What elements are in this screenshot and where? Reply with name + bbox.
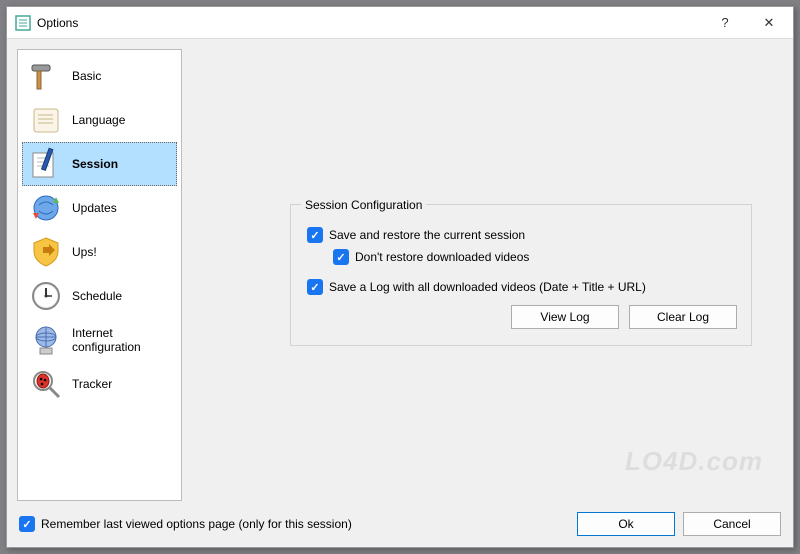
- sidebar-item-schedule[interactable]: Schedule: [22, 274, 177, 318]
- save-restore-label[interactable]: Save and restore the current session: [329, 228, 525, 242]
- globe-network-icon: [28, 322, 64, 358]
- save-log-row: Save a Log with all downloaded videos (D…: [307, 279, 737, 295]
- sidebar-item-label: Tracker: [72, 377, 112, 391]
- sidebar-item-label: Language: [72, 113, 125, 127]
- session-configuration-group: Session Configuration Save and restore t…: [290, 204, 752, 346]
- clear-log-button[interactable]: Clear Log: [629, 305, 737, 329]
- save-restore-checkbox[interactable]: [307, 227, 323, 243]
- close-button[interactable]: ✕: [747, 8, 791, 38]
- help-button[interactable]: ?: [703, 8, 747, 38]
- sidebar-item-updates[interactable]: Updates: [22, 186, 177, 230]
- sidebar-item-tracker[interactable]: Tracker: [22, 362, 177, 406]
- save-log-checkbox[interactable]: [307, 279, 323, 295]
- sidebar-item-label: Basic: [72, 69, 101, 83]
- sidebar-item-label: Schedule: [72, 289, 122, 303]
- globe-arrows-icon: [28, 190, 64, 226]
- sidebar-item-language[interactable]: Language: [22, 98, 177, 142]
- remember-label[interactable]: Remember last viewed options page (only …: [41, 517, 352, 531]
- sidebar-item-ups[interactable]: Ups!: [22, 230, 177, 274]
- hammer-icon: [28, 58, 64, 94]
- app-icon: [15, 15, 31, 31]
- content-panel: Session Configuration Save and restore t…: [192, 49, 783, 501]
- dont-restore-checkbox[interactable]: [333, 249, 349, 265]
- footer-left: Remember last viewed options page (only …: [19, 516, 577, 532]
- footer-right: Ok Cancel: [577, 512, 781, 536]
- sidebar-item-session[interactable]: Session: [22, 142, 177, 186]
- sidebar-item-basic[interactable]: Basic: [22, 54, 177, 98]
- group-title: Session Configuration: [301, 198, 426, 212]
- ladybug-magnifier-icon: [28, 366, 64, 402]
- cancel-button[interactable]: Cancel: [683, 512, 781, 536]
- watermark: LO4D.com: [625, 446, 763, 477]
- window-title: Options: [37, 16, 703, 30]
- dont-restore-row: Don't restore downloaded videos: [333, 249, 737, 265]
- options-window: Options ? ✕ Basic: [6, 6, 794, 548]
- sidebar-item-label: Session: [72, 157, 118, 171]
- shield-icon: [28, 234, 64, 270]
- remember-checkbox[interactable]: [19, 516, 35, 532]
- scroll-icon: [28, 102, 64, 138]
- dont-restore-label[interactable]: Don't restore downloaded videos: [355, 250, 529, 264]
- save-log-label[interactable]: Save a Log with all downloaded videos (D…: [329, 280, 646, 294]
- log-buttons-row: View Log Clear Log: [307, 305, 737, 329]
- clock-icon: [28, 278, 64, 314]
- sidebar-item-internet-configuration[interactable]: Internet configuration: [22, 318, 177, 362]
- sidebar-item-label: Ups!: [72, 245, 97, 259]
- titlebar: Options ? ✕: [7, 7, 793, 39]
- sidebar-item-label: Updates: [72, 201, 117, 215]
- save-restore-row: Save and restore the current session: [307, 227, 737, 243]
- sidebar: Basic Language: [17, 49, 182, 501]
- view-log-button[interactable]: View Log: [511, 305, 619, 329]
- notepad-pen-icon: [28, 146, 64, 182]
- ok-button[interactable]: Ok: [577, 512, 675, 536]
- body-area: Basic Language: [7, 39, 793, 501]
- footer: Remember last viewed options page (only …: [7, 501, 793, 547]
- sidebar-item-label: Internet configuration: [72, 326, 171, 355]
